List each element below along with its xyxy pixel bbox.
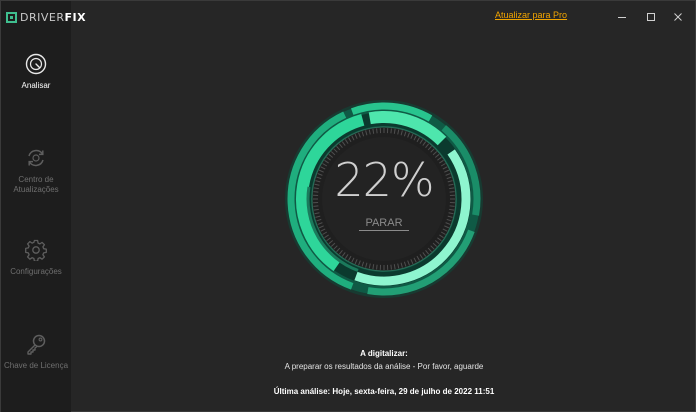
last-scan-info: Última análise: Hoje, sexta-feira, 29 de… (273, 387, 495, 396)
logo-text: DRIVERFIX (20, 10, 87, 24)
status-message: A preparar os resultados da análise - Po… (284, 362, 484, 371)
sidebar-item-label: Chave de Licença (3, 361, 69, 370)
gear-icon (25, 239, 47, 261)
sidebar-item-license-key[interactable]: Chave de Licença (1, 333, 71, 371)
minimize-button[interactable] (615, 10, 629, 24)
progress-percent: 22% (334, 153, 434, 207)
status-title: A digitalizar: (360, 349, 408, 358)
sidebar-item-settings[interactable]: Configurações (1, 239, 71, 277)
logo-mark-icon (6, 11, 17, 23)
sidebar-item-analyze[interactable]: Analisar (1, 53, 71, 91)
scan-progress-gauge: 22% PARAR (267, 99, 501, 299)
sidebar-item-update-center[interactable]: Centro de Atualizações (1, 147, 71, 195)
minimize-icon (618, 17, 626, 18)
stop-scan-button[interactable]: PARAR (359, 217, 409, 231)
gauge-tick (390, 128, 392, 134)
sidebar: DRIVERFIX Analisar Centro de Atualizaçõe… (1, 1, 86, 412)
gauge-tick (376, 264, 378, 270)
sidebar-item-label: Centro de Atualizações (13, 175, 59, 194)
app-logo: DRIVERFIX (6, 10, 86, 24)
close-button[interactable] (671, 10, 685, 24)
sidebar-item-label: Configurações (10, 267, 62, 276)
app-window: DRIVERFIX Analisar Centro de Atualizaçõe… (0, 0, 696, 412)
gauge-tick (390, 264, 392, 270)
gauge-icon (25, 53, 47, 75)
maximize-icon (647, 13, 655, 21)
gauge-tick (376, 128, 378, 134)
upgrade-to-pro-link[interactable]: Atualizar para Pro (495, 10, 567, 20)
key-icon (27, 334, 46, 355)
sidebar-item-label: Analisar (21, 81, 51, 90)
maximize-button[interactable] (644, 10, 658, 24)
refresh-icon (28, 149, 44, 167)
close-icon (674, 13, 682, 21)
